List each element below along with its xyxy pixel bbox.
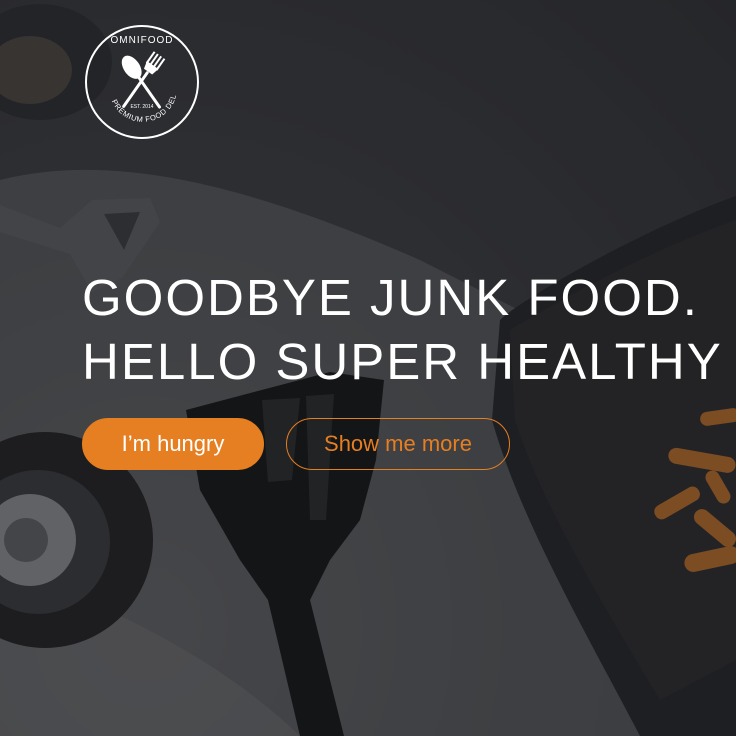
- headline-line-1: GOODBYE JUNK FOOD.: [82, 269, 699, 326]
- logo-established: EST. 2014: [130, 104, 154, 110]
- hero-section: PREMIUM FOOD DELIVERY OMNIFOOD EST. 2014…: [0, 0, 736, 736]
- hero-headline: GOODBYE JUNK FOOD. HELLO SUPER HEALTHY M…: [82, 266, 736, 394]
- brand-logo[interactable]: PREMIUM FOOD DELIVERY OMNIFOOD EST. 2014: [81, 17, 200, 140]
- headline-line-2: HELLO SUPER HEALTHY MEALS.: [82, 333, 736, 390]
- show-me-more-button[interactable]: Show me more: [286, 418, 510, 470]
- im-hungry-button[interactable]: I’m hungry: [82, 418, 264, 470]
- logo-brand-name: OMNIFOOD: [110, 35, 174, 46]
